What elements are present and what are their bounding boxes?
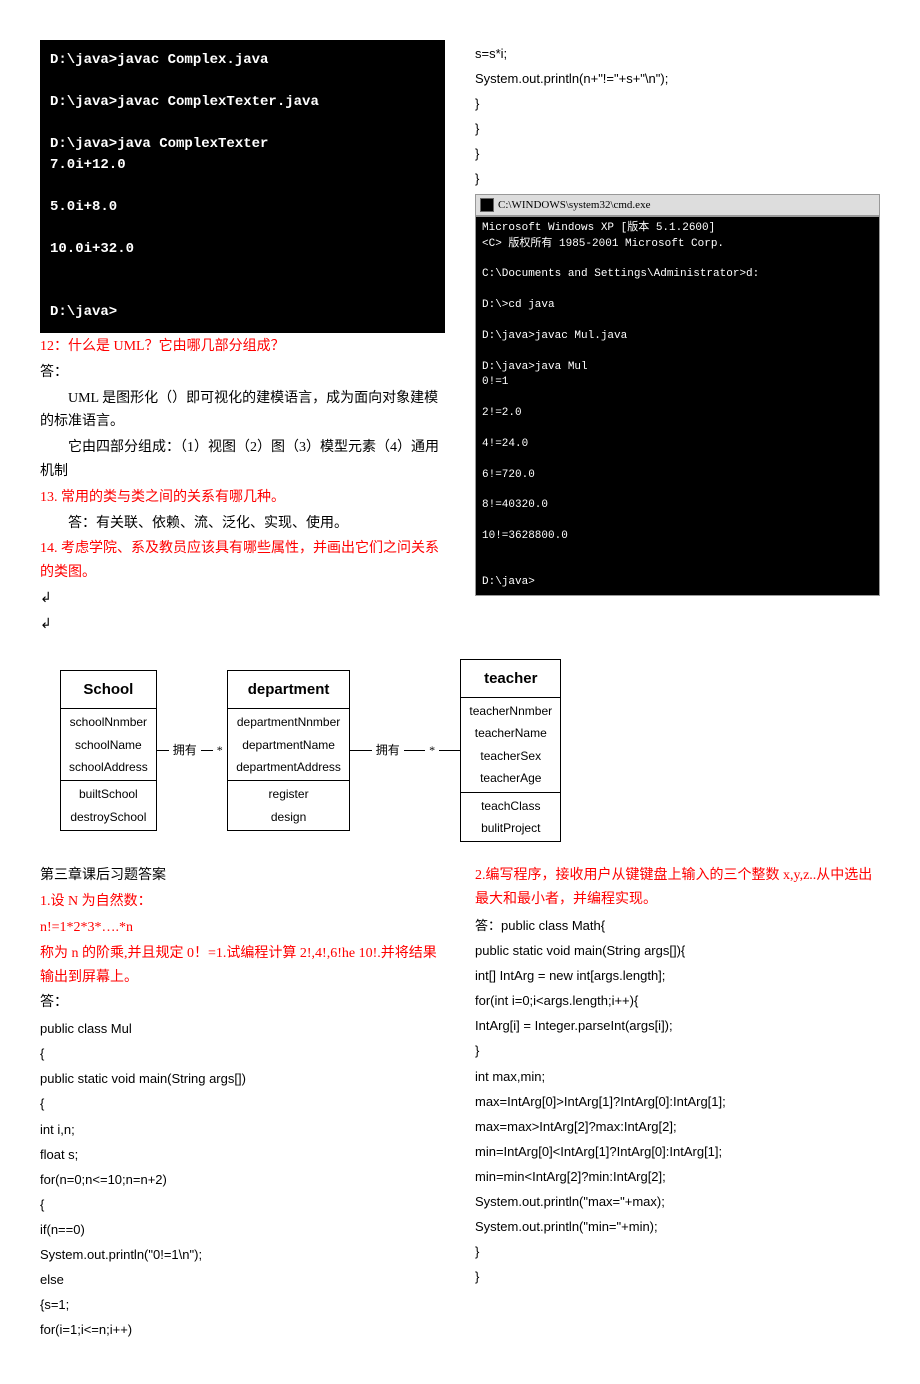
q3-2-title: 2.编写程序，接收用户从键键盘上输入的三个整数 x,y,z..从中选出最大和最小… — [475, 864, 880, 912]
q12-p1: UML 是图形化（）即可视化的建模语言，成为面向对象建模的标准语言。 — [40, 387, 445, 435]
code-line: int i,n; — [40, 1119, 445, 1141]
uml-attrs: teacherNnmber teacherName teacherSex tea… — [461, 698, 560, 793]
cmd-window: C:\WINDOWS\system32\cmd.exe Microsoft Wi… — [475, 194, 880, 596]
uml-attrs: schoolNnmber schoolName schoolAddress — [61, 709, 156, 781]
uml-attr: schoolNnmber — [69, 711, 148, 733]
terminal-complex: D:\java>javac Complex.java D:\java>javac… — [40, 40, 445, 333]
q3-1-title: 1.设 N 为自然数： — [40, 890, 445, 914]
code-line: } — [475, 1241, 880, 1263]
uml-op: register — [236, 783, 342, 805]
uml-attr: teacherSex — [469, 745, 552, 767]
uml-attr: teacherNnmber — [469, 700, 552, 722]
uml-attr: departmentNnmber — [236, 711, 342, 733]
code-line: for(i=1;i<=n;i++) — [40, 1319, 445, 1341]
code-line: min=IntArg[0]<IntArg[1]?IntArg[0]:IntArg… — [475, 1141, 880, 1163]
code-line: max=max>IntArg[2]?max:IntArg[2]; — [475, 1116, 880, 1138]
q12-title: 12：什么是 UML？它由哪几部分组成？ — [40, 335, 445, 359]
code-line: int[] IntArg = new int[args.length]; — [475, 965, 880, 987]
top-section: D:\java>javac Complex.java D:\java>javac… — [40, 40, 880, 639]
code-line: { — [40, 1093, 445, 1115]
uml-attr: teacherAge — [469, 767, 552, 789]
code-line: min=min<IntArg[2]?min:IntArg[2]; — [475, 1166, 880, 1188]
cmd-titlebar: C:\WINDOWS\system32\cmd.exe — [475, 194, 880, 217]
code-line: else — [40, 1269, 445, 1291]
uml-class-name: teacher — [461, 660, 560, 699]
ch3-left: 第三章课后习题答案 1.设 N 为自然数： n!=1*2*3*….*n 称为 n… — [40, 862, 445, 1344]
connector-label: 拥有 — [372, 740, 404, 760]
uml-attr: departmentAddress — [236, 756, 342, 778]
uml-attr: schoolAddress — [69, 756, 148, 778]
uml-diagram: School schoolNnmber schoolName schoolAdd… — [40, 659, 880, 843]
q3-1-l1: n!=1*2*3*….*n — [40, 916, 445, 940]
connector-mult: * — [213, 740, 227, 760]
code-line: } — [475, 1266, 880, 1288]
uml-op: bulitProject — [469, 817, 552, 839]
uml-ops: builtSchool destroySchool — [61, 781, 156, 830]
code-line: for(n=0;n<=10;n=n+2) — [40, 1169, 445, 1191]
code-line: public static void main(String args[]) — [40, 1068, 445, 1090]
code-line: float s; — [40, 1144, 445, 1166]
uml-op: builtSchool — [69, 783, 148, 805]
code-line: System.out.println(n+"!="+s+"\n"); — [475, 68, 880, 90]
code-line: } — [475, 143, 880, 165]
left-column: D:\java>javac Complex.java D:\java>javac… — [40, 40, 445, 639]
code-line: { — [40, 1043, 445, 1065]
q13-title: 13. 常用的类与类之间的关系有哪几种。 — [40, 486, 445, 510]
code-line: } — [475, 1040, 880, 1062]
code-line: } — [475, 118, 880, 140]
q3-1-l2: 称为 n 的阶乘,并且规定 0！=1.试编程计算 2!,4!,6!he 10!.… — [40, 942, 445, 990]
uml-op: teachClass — [469, 795, 552, 817]
uml-attr: departmentName — [236, 734, 342, 756]
answer-code-first: 答：public class Math{ — [475, 915, 880, 937]
uml-class-school: School schoolNnmber schoolName schoolAdd… — [60, 670, 157, 831]
chapter3-section: 第三章课后习题答案 1.设 N 为自然数： n!=1*2*3*….*n 称为 n… — [40, 862, 880, 1344]
uml-ops: register design — [228, 781, 350, 830]
code-line: System.out.println("max="+max); — [475, 1191, 880, 1213]
cmd-icon — [480, 198, 494, 212]
uml-connector: 拥有 * — [157, 740, 227, 760]
answer-label: 答： — [40, 361, 445, 385]
ch3-title: 第三章课后习题答案 — [40, 864, 445, 888]
uml-class-department: department departmentNnmber departmentNa… — [227, 670, 351, 831]
code-line: System.out.println("min="+min); — [475, 1216, 880, 1238]
uml-op: design — [236, 806, 342, 828]
code-line: max=IntArg[0]>IntArg[1]?IntArg[0]:IntArg… — [475, 1091, 880, 1113]
q14-title: 14. 考虑学院、系及教员应该具有哪些属性，并画出它们之问关系的类图。 — [40, 537, 445, 585]
ch3-right: 2.编写程序，接收用户从键键盘上输入的三个整数 x,y,z..从中选出最大和最小… — [475, 862, 880, 1344]
blank-line: ↲ — [40, 613, 445, 637]
blank-line: ↲ — [40, 587, 445, 611]
uml-ops: teachClass bulitProject — [461, 793, 560, 842]
q13-answer: 答：有关联、依赖、流、泛化、实现、使用。 — [40, 512, 445, 536]
cmd-title-text: C:\WINDOWS\system32\cmd.exe — [498, 196, 650, 215]
uml-class-name: School — [61, 671, 156, 710]
connector-label: 拥有 — [169, 740, 201, 760]
uml-connector: 拥有 * — [350, 740, 460, 760]
uml-attr: teacherName — [469, 722, 552, 744]
code-line: {s=1; — [40, 1294, 445, 1316]
code-line: public class Mul — [40, 1018, 445, 1040]
uml-attr: schoolName — [69, 734, 148, 756]
code-line: { — [40, 1194, 445, 1216]
uml-attrs: departmentNnmber departmentName departme… — [228, 709, 350, 781]
code-line: IntArg[i] = Integer.parseInt(args[i]); — [475, 1015, 880, 1037]
right-column: s=s*i; System.out.println(n+"!="+s+"\n")… — [475, 40, 880, 639]
code-line: } — [475, 93, 880, 115]
code-line: public static void main(String args[]){ — [475, 940, 880, 962]
connector-mult: * — [425, 740, 439, 760]
code-line: s=s*i; — [475, 43, 880, 65]
uml-class-name: department — [228, 671, 350, 710]
code-line: if(n==0) — [40, 1219, 445, 1241]
terminal-mul: Microsoft Windows XP [版本 5.1.2600] <C> 版… — [475, 216, 880, 595]
uml-op: destroySchool — [69, 806, 148, 828]
uml-class-teacher: teacher teacherNnmber teacherName teache… — [460, 659, 561, 843]
code-line: System.out.println("0!=1\n"); — [40, 1244, 445, 1266]
code-line: } — [475, 168, 880, 190]
code-line: int max,min; — [475, 1066, 880, 1088]
answer-label: 答： — [40, 991, 445, 1015]
code-line: for(int i=0;i<args.length;i++){ — [475, 990, 880, 1012]
q12-p2: 它由四部分组成：（1）视图（2）图（3）模型元素（4）通用机制 — [40, 436, 445, 484]
